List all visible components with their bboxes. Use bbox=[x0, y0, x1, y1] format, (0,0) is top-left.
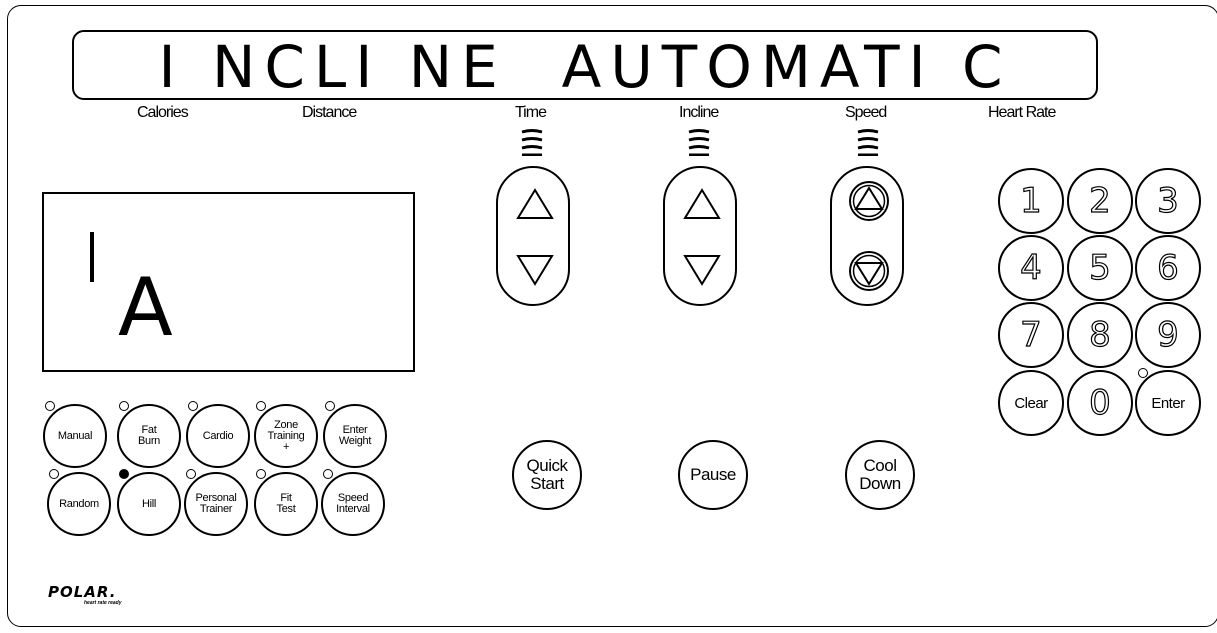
polar-logo-text: POLAR. bbox=[48, 583, 117, 601]
keypad-5-button[interactable]: 5 bbox=[1067, 235, 1133, 301]
time-up-button[interactable] bbox=[514, 182, 556, 224]
time-label: Time bbox=[515, 104, 547, 121]
polar-logo: POLAR. heart rate ready bbox=[48, 585, 122, 607]
quick-start-label: Quick Start bbox=[526, 456, 568, 493]
triangle-up-icon bbox=[683, 188, 721, 219]
speed-label: Speed bbox=[845, 104, 887, 121]
polar-tagline: heart rate ready bbox=[84, 600, 122, 606]
circled-triangle-down-icon bbox=[849, 251, 889, 291]
keypad-0-label: 0 bbox=[1089, 383, 1112, 423]
incline-label: Incline bbox=[679, 104, 719, 121]
program-speed-interval-label: Speed Interval bbox=[336, 492, 370, 515]
speed-down-button[interactable] bbox=[848, 250, 890, 292]
triangle-down-icon bbox=[516, 255, 554, 286]
keypad-2-button[interactable]: 2 bbox=[1067, 168, 1133, 234]
pause-button[interactable]: Pause bbox=[678, 440, 748, 510]
program-random-led bbox=[49, 469, 59, 479]
program-personal-trainer-label: Personal Trainer bbox=[195, 492, 237, 515]
cool-down-button[interactable]: Cool Down bbox=[845, 440, 915, 510]
keypad-3-label: 3 bbox=[1157, 181, 1180, 221]
keypad-2-label: 2 bbox=[1089, 181, 1112, 221]
program-speed-interval-button[interactable]: Speed Interval bbox=[321, 472, 385, 536]
message-display-text: I NCLI NE AUTOMATI C bbox=[158, 33, 1012, 101]
quick-start-button[interactable]: Quick Start bbox=[512, 440, 582, 510]
keypad-6-label: 6 bbox=[1157, 248, 1180, 288]
program-personal-trainer-led bbox=[186, 469, 196, 479]
program-personal-trainer-button[interactable]: Personal Trainer bbox=[184, 472, 248, 536]
keypad-7-button[interactable]: 7 bbox=[998, 302, 1064, 368]
keypad-3-button[interactable]: 3 bbox=[1135, 168, 1201, 234]
time-indicator-icon bbox=[521, 129, 543, 156]
keypad-5-label: 5 bbox=[1089, 248, 1112, 288]
program-display-small-char bbox=[90, 232, 94, 282]
speed-adjust-control bbox=[830, 166, 904, 306]
keypad-4-button[interactable]: 4 bbox=[998, 235, 1064, 301]
incline-adjust-control bbox=[663, 166, 737, 306]
program-enter-weight-button[interactable]: Enter Weight bbox=[323, 404, 387, 468]
keypad-8-button[interactable]: 8 bbox=[1067, 302, 1133, 368]
time-down-button[interactable] bbox=[514, 250, 556, 292]
program-fit-test-button[interactable]: Fit Test bbox=[254, 472, 318, 536]
program-cardio-button[interactable]: Cardio bbox=[186, 404, 250, 468]
keypad-9-button[interactable]: 9 bbox=[1135, 302, 1201, 368]
program-display-char: A bbox=[118, 261, 173, 354]
keypad-8-label: 8 bbox=[1089, 315, 1112, 355]
program-hill-led bbox=[119, 469, 129, 479]
keypad-0-button[interactable]: 0 bbox=[1067, 370, 1133, 436]
program-zone-training-led bbox=[256, 401, 266, 411]
program-cardio-led bbox=[188, 401, 198, 411]
program-random-button[interactable]: Random bbox=[47, 472, 111, 536]
program-manual-led bbox=[45, 401, 55, 411]
program-enter-weight-label: Enter Weight bbox=[338, 424, 372, 447]
heart-rate-label: Heart Rate bbox=[988, 104, 1056, 121]
program-fat-burn-label: Fat Burn bbox=[137, 424, 161, 447]
cool-down-label: Cool Down bbox=[859, 456, 901, 493]
program-display bbox=[42, 192, 415, 372]
keypad-4-label: 4 bbox=[1020, 248, 1043, 288]
speed-indicator-icon bbox=[857, 129, 879, 156]
keypad-9-label: 9 bbox=[1157, 315, 1180, 355]
speed-up-button[interactable] bbox=[848, 180, 890, 222]
distance-label: Distance bbox=[302, 104, 357, 121]
program-manual-button[interactable]: Manual bbox=[43, 404, 107, 468]
incline-up-button[interactable] bbox=[681, 182, 723, 224]
keypad-clear-button[interactable]: Clear bbox=[998, 370, 1064, 436]
program-zone-training-label: Zone Training + bbox=[267, 418, 305, 453]
triangle-down-icon bbox=[683, 255, 721, 286]
time-adjust-control bbox=[496, 166, 570, 306]
keypad-1-button[interactable]: 1 bbox=[998, 168, 1064, 234]
keypad-6-button[interactable]: 6 bbox=[1135, 235, 1201, 301]
program-zone-training-button[interactable]: Zone Training + bbox=[254, 404, 318, 468]
program-fat-burn-button[interactable]: Fat Burn bbox=[117, 404, 181, 468]
calories-label: Calories bbox=[137, 104, 189, 121]
program-fit-test-label: Fit Test bbox=[276, 492, 296, 515]
program-fat-burn-led bbox=[119, 401, 129, 411]
circled-triangle-up-icon bbox=[849, 181, 889, 221]
program-enter-weight-led bbox=[325, 401, 335, 411]
keypad-enter-button[interactable]: Enter bbox=[1135, 370, 1201, 436]
incline-down-button[interactable] bbox=[681, 250, 723, 292]
message-display: I NCLI NE AUTOMATI C bbox=[72, 30, 1098, 101]
program-fit-test-led bbox=[256, 469, 266, 479]
triangle-up-icon bbox=[516, 188, 554, 219]
program-speed-interval-led bbox=[323, 469, 333, 479]
keypad-enter-led bbox=[1138, 368, 1148, 378]
keypad-7-label: 7 bbox=[1020, 315, 1043, 355]
program-hill-button[interactable]: Hill bbox=[117, 472, 181, 536]
incline-indicator-icon bbox=[688, 129, 710, 156]
keypad-1-label: 1 bbox=[1020, 181, 1043, 221]
